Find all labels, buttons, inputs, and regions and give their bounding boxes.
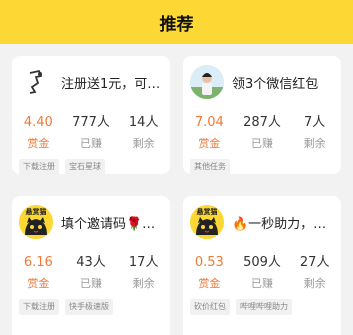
earned-label: 已赚 xyxy=(80,137,102,150)
tag: 下载注册 xyxy=(19,159,59,175)
card-header: 领3个微信红包 xyxy=(190,64,336,100)
remaining-label: 剩余 xyxy=(303,137,326,150)
task-card[interactable]: 注册送1元，可… 4.40 赏金 777人已赚 14人剩余 下载注册 宝石星球 xyxy=(12,56,170,175)
remaining-count: 7人 xyxy=(304,115,326,130)
remaining-count: 14人 xyxy=(128,115,159,130)
tag: 哔哩哔哩助力 xyxy=(236,299,292,315)
avatar: 悬赏猫 xyxy=(19,205,53,239)
earned-label: 已赚 xyxy=(251,137,273,150)
card-stats: 7.04 赏金 287人已赚 7人剩余 xyxy=(183,114,341,151)
avatar: 悬赏猫 xyxy=(190,205,224,239)
earned-count: 43人 xyxy=(76,255,106,270)
reward-label: 赏金 xyxy=(27,137,50,150)
tag-list: 其他任务 xyxy=(190,159,230,175)
reward-value: 0.53 xyxy=(194,255,224,270)
card-stats: 6.16 赏金 43人已赚 17人剩余 xyxy=(12,254,170,291)
reward-value: 7.04 xyxy=(194,115,224,130)
avatar xyxy=(19,65,53,99)
badge-logo-text: 悬赏猫 xyxy=(25,208,47,216)
earned-count: 777人 xyxy=(72,115,110,130)
reward-label: 赏金 xyxy=(198,137,221,150)
card-header: 注册送1元，可… xyxy=(19,64,165,100)
card-title: 注册送1元，可… xyxy=(61,76,161,92)
card-title: 填个邀请码🌹… xyxy=(61,216,156,232)
remaining-label: 剩余 xyxy=(132,137,155,150)
earned-count: 509人 xyxy=(243,255,281,270)
tag-list: 下载注册 宝石星球 xyxy=(19,159,105,175)
tag: 宝石星球 xyxy=(65,159,105,175)
earned-count: 287人 xyxy=(243,115,281,130)
reward-label: 赏金 xyxy=(198,277,221,290)
card-header: 悬赏猫 填个邀请码🌹… xyxy=(19,204,165,240)
card-stats: 4.40 赏金 777人已赚 14人剩余 xyxy=(12,114,170,151)
card-header: 悬赏猫 🔥一秒助力，… xyxy=(190,204,336,240)
card-title: 🔥一秒助力，… xyxy=(232,216,327,232)
tag-list: 下载注册 快手极速版 xyxy=(19,299,113,315)
card-title: 领3个微信红包 xyxy=(232,76,319,92)
avatar xyxy=(190,65,224,99)
reward-value: 4.40 xyxy=(23,115,53,130)
page-title: 推荐 xyxy=(159,14,194,35)
badge-logo-text: 悬赏猫 xyxy=(196,208,218,216)
card-stats: 0.53 赏金 509人已赚 27人剩余 xyxy=(183,254,341,291)
tag: 砍价红包 xyxy=(190,299,230,315)
remaining-label: 剩余 xyxy=(303,277,326,290)
task-card[interactable]: 悬赏猫 填个邀请码🌹… 6.16 赏金 43人已赚 17人剩余 下载注册 快手极速… xyxy=(12,196,170,335)
header-bar: 推荐 xyxy=(0,0,353,44)
earned-label: 已赚 xyxy=(251,277,273,290)
earned-label: 已赚 xyxy=(80,277,102,290)
reward-label: 赏金 xyxy=(27,277,50,290)
task-card[interactable]: 悬赏猫 🔥一秒助力，… 0.53 赏金 509人已赚 27人剩余 砍价红包 哔哩哔… xyxy=(183,196,341,335)
reward-value: 6.16 xyxy=(23,255,53,270)
tag: 其他任务 xyxy=(190,159,230,175)
tag-list: 砍价红包 哔哩哔哩助力 xyxy=(190,299,292,315)
tag: 下载注册 xyxy=(19,299,59,315)
remaining-count: 17人 xyxy=(128,255,159,270)
remaining-label: 剩余 xyxy=(132,277,155,290)
task-card[interactable]: 领3个微信红包 7.04 赏金 287人已赚 7人剩余 其他任务 xyxy=(183,56,341,175)
tag: 快手极速版 xyxy=(65,299,113,315)
remaining-count: 27人 xyxy=(299,255,330,270)
